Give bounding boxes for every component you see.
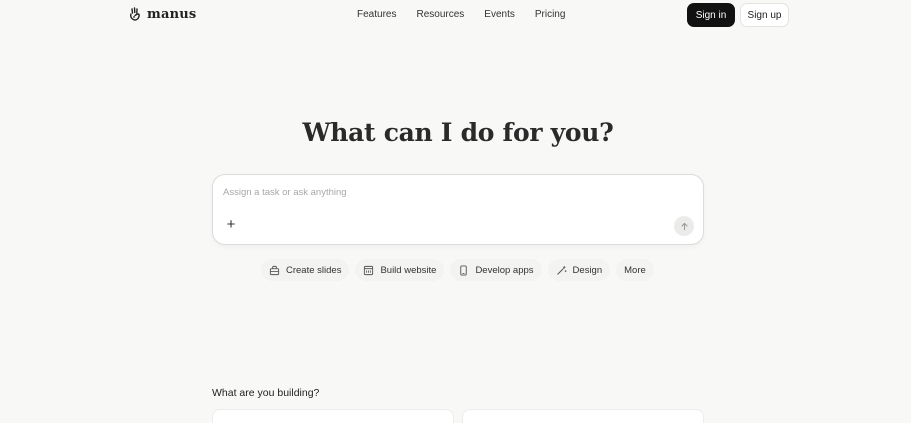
arrow-up-icon <box>680 222 688 230</box>
section-title: What are you building? <box>212 387 320 399</box>
nav-features[interactable]: Features <box>357 9 396 20</box>
main-nav: Features Resources Events Pricing <box>357 9 565 20</box>
phone-icon <box>460 264 468 276</box>
manus-hand-icon <box>130 7 140 21</box>
send-button[interactable] <box>674 216 694 236</box>
prompt-input[interactable] <box>223 184 663 200</box>
quick-actions: Create slides Build website Develop apps <box>261 259 654 281</box>
plus-icon[interactable]: + <box>223 217 239 233</box>
chip-create-slides[interactable]: Create slides <box>261 259 350 281</box>
hero-title: What can I do for you? <box>302 118 614 147</box>
chip-develop-apps[interactable]: Develop apps <box>450 259 542 281</box>
slides-icon <box>269 265 280 275</box>
chip-build-website[interactable]: Build website <box>355 259 445 281</box>
brand-name: manus <box>147 6 197 22</box>
logo[interactable]: manus <box>128 6 196 22</box>
header: manus Features Resources Events Pricing … <box>0 0 911 30</box>
chip-label: Develop apps <box>475 264 534 276</box>
nav-resources[interactable]: Resources <box>416 9 464 20</box>
prompt-box[interactable]: + <box>212 174 704 245</box>
website-icon <box>364 265 374 275</box>
chip-label: Design <box>572 264 603 276</box>
sign-up-button[interactable]: Sign up <box>740 3 789 27</box>
nav-events[interactable]: Events <box>484 9 515 20</box>
chip-design[interactable]: Design <box>547 259 611 281</box>
chip-label: Create slides <box>286 264 342 276</box>
chip-label: More <box>624 264 646 276</box>
page: manus Features Resources Events Pricing … <box>0 0 911 423</box>
nav-pricing[interactable]: Pricing <box>535 9 566 20</box>
chip-more[interactable]: More <box>616 259 654 281</box>
chip-label: Build website <box>380 264 437 276</box>
project-card[interactable] <box>212 409 454 423</box>
project-card[interactable] <box>462 409 704 423</box>
sign-in-button[interactable]: Sign in <box>687 3 735 27</box>
design-wand-icon <box>556 265 567 275</box>
